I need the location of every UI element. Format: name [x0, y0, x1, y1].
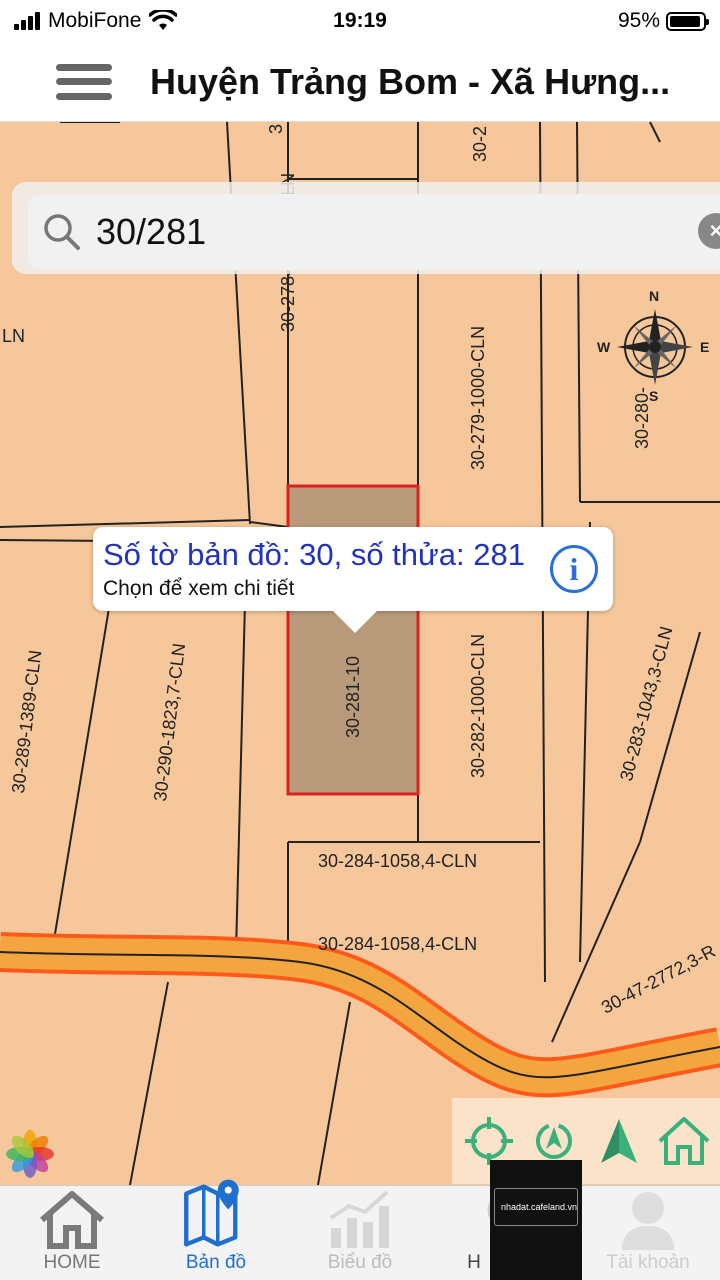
parcel-label-284a: 30-284-1058,4-CLN [318, 851, 478, 871]
parcel-label-top2: 30-2 [470, 125, 490, 162]
app-header: Huyện Trảng Bom - Xã Hưng... [0, 42, 720, 122]
wifi-icon [149, 10, 178, 30]
tab-help-label: H [467, 1252, 481, 1273]
compass-w: W [597, 339, 611, 355]
watermark-label: nhadat.cafeland.vn [494, 1188, 578, 1226]
map-canvas[interactable] [0, 122, 720, 1185]
compass-e: E [700, 339, 710, 355]
chart-icon [325, 1188, 395, 1250]
search-bar[interactable] [28, 194, 720, 270]
carrier-group: MobiFone [14, 9, 178, 33]
status-bar: MobiFone 19:19 95% [0, 0, 720, 42]
info-icon[interactable]: i [550, 545, 598, 593]
page-title: Huyện Trảng Bom - Xã Hưng... [150, 60, 671, 102]
callout-subtitle: Chọn để xem chi tiết [103, 577, 295, 600]
tab-account[interactable]: Tài khoản [576, 1186, 720, 1280]
navigation-icon[interactable] [591, 1113, 647, 1169]
compass-s: S [649, 388, 659, 404]
tab-map[interactable]: Bản đồ [144, 1179, 288, 1280]
home-icon [37, 1188, 107, 1250]
watermark-text: nhadat.cafeland.vn [500, 1202, 577, 1212]
search-icon [42, 212, 82, 252]
tab-home[interactable]: HOME [0, 1186, 144, 1280]
parcel-label-284b: 30-284-1058,4-CLN [318, 934, 478, 954]
tab-account-label: Tài khoản [606, 1252, 690, 1273]
compass-n: N [649, 288, 660, 304]
parcel-label-281: 30-281-10 [343, 655, 363, 738]
map-icon [181, 1179, 251, 1250]
map-home-icon[interactable] [656, 1113, 712, 1169]
watermark-logo-icon [498, 1206, 499, 1208]
callout-title: Số tờ bản đồ: 30, số thửa: 281 [103, 537, 525, 572]
search-input[interactable] [96, 211, 656, 253]
watermark: nhadat.cafeland.vn [490, 1160, 582, 1280]
account-icon [613, 1188, 683, 1250]
battery-percent: 95% [617, 9, 660, 32]
tab-map-label: Bản đồ [185, 1252, 247, 1273]
parcel-label-279: 30-279-1000-CLN [468, 325, 488, 470]
parcel-label-282: 30-282-1000-CLN [468, 633, 488, 778]
parcel-label-cln-left: LN [2, 326, 26, 346]
menu-icon[interactable] [56, 60, 112, 104]
parcel-callout[interactable]: Số tờ bản đồ: 30, số thửa: 281 Chọn để x… [93, 527, 613, 633]
cadastral-map[interactable]: 30-278-1053,9-CLN 30-279-1000-CLN 30-280… [0, 122, 720, 1185]
photos-icon[interactable] [6, 1130, 54, 1178]
battery-icon [666, 11, 709, 31]
carrier-name: MobiFone [48, 9, 142, 32]
tab-bar: HOME Bản đồ Biểu đồ H Tài khoản [0, 1179, 720, 1280]
signal-icon [14, 12, 40, 30]
tab-chart[interactable]: Biểu đồ [288, 1186, 432, 1280]
parcel-label-top1: 3 [266, 123, 286, 134]
tab-chart-label: Biểu đồ [327, 1252, 393, 1273]
battery-level [670, 15, 701, 27]
tab-home-label: HOME [43, 1252, 101, 1273]
battery-group: 95% [617, 9, 709, 33]
